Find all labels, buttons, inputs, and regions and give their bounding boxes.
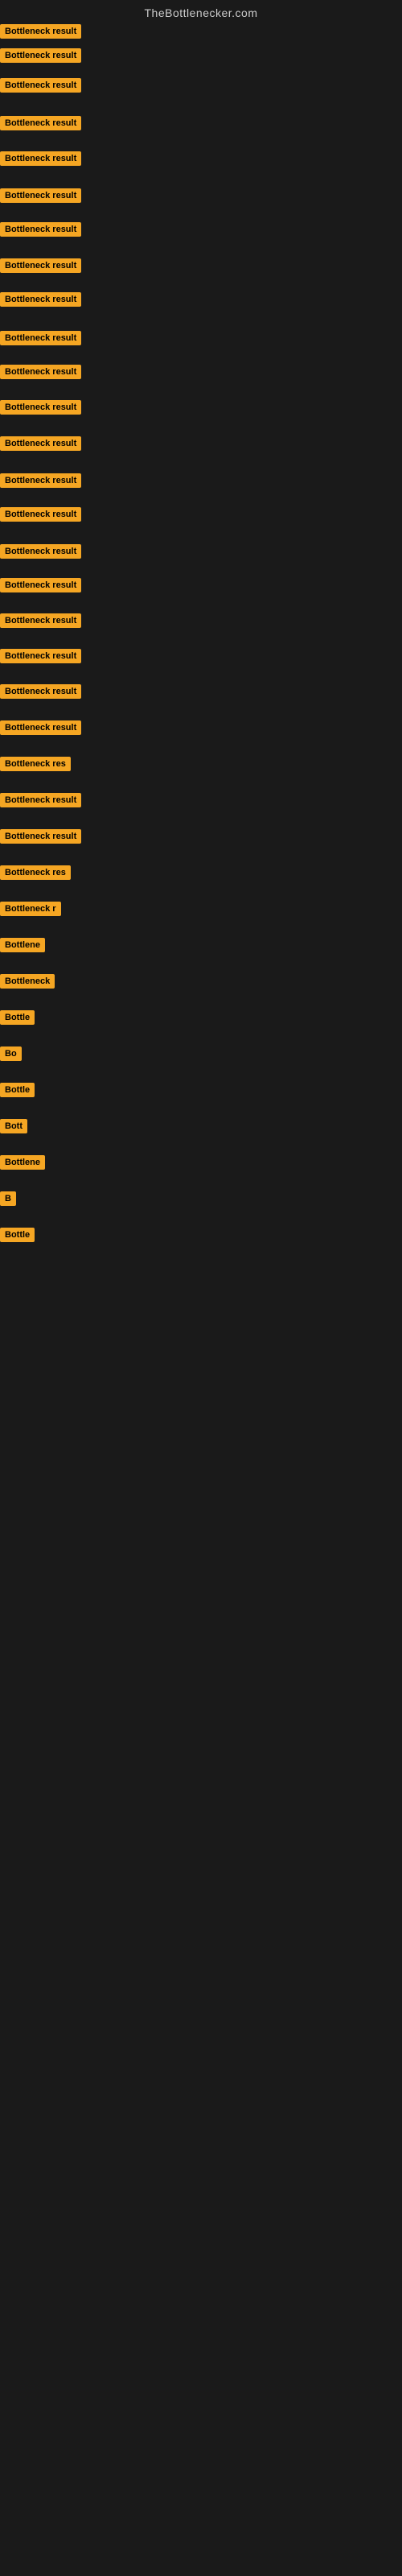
bottleneck-item[interactable]: Bottleneck res (0, 865, 71, 884)
bottleneck-item[interactable]: Bottleneck result (0, 365, 81, 383)
bottleneck-badge[interactable]: Bottleneck result (0, 436, 81, 451)
bottleneck-item[interactable]: Bottleneck result (0, 292, 81, 311)
bottleneck-item[interactable]: Bottlene (0, 1155, 45, 1174)
bottleneck-item[interactable]: Bo (0, 1046, 22, 1065)
bottleneck-item[interactable]: B (0, 1191, 16, 1210)
bottleneck-item[interactable]: Bottleneck result (0, 48, 81, 67)
bottleneck-badge[interactable]: Bottleneck result (0, 258, 81, 273)
bottleneck-badge[interactable]: Bottleneck result (0, 829, 81, 844)
bottleneck-badge[interactable]: Bottleneck res (0, 757, 71, 771)
bottleneck-item[interactable]: Bottlene (0, 938, 45, 956)
bottleneck-item[interactable]: Bottleneck result (0, 684, 81, 703)
bottleneck-item[interactable]: Bottle (0, 1010, 35, 1029)
site-title: TheBottlenecker.com (0, 0, 402, 23)
bottleneck-badge[interactable]: Bottlene (0, 938, 45, 952)
bottleneck-badge[interactable]: Bottleneck result (0, 188, 81, 203)
bottleneck-item[interactable]: Bottleneck result (0, 720, 81, 739)
bottleneck-item[interactable]: Bottleneck result (0, 400, 81, 419)
bottleneck-badge[interactable]: Bottleneck result (0, 292, 81, 307)
bottleneck-badge[interactable]: Bottleneck r (0, 902, 61, 916)
bottleneck-badge[interactable]: Bottleneck result (0, 649, 81, 663)
bottleneck-badge[interactable]: Bottleneck result (0, 48, 81, 63)
bottleneck-badge[interactable]: Bottleneck result (0, 793, 81, 807)
bottleneck-item[interactable]: Bottleneck result (0, 649, 81, 667)
bottleneck-badge[interactable]: Bottle (0, 1228, 35, 1242)
bottleneck-badge[interactable]: Bottleneck result (0, 331, 81, 345)
bottleneck-item[interactable]: Bottleneck result (0, 829, 81, 848)
bottleneck-badge[interactable]: Bottleneck (0, 974, 55, 989)
bottleneck-badge[interactable]: Bottleneck result (0, 400, 81, 415)
bottleneck-badge[interactable]: Bottleneck result (0, 473, 81, 488)
bottleneck-item[interactable]: Bottleneck result (0, 507, 81, 526)
bottleneck-badge[interactable]: Bottleneck result (0, 24, 81, 39)
bottleneck-badge[interactable]: Bottleneck result (0, 116, 81, 130)
bottleneck-badge[interactable]: Bo (0, 1046, 22, 1061)
bottleneck-badge[interactable]: Bottleneck result (0, 222, 81, 237)
bottleneck-item[interactable]: Bottleneck result (0, 473, 81, 492)
bottleneck-item[interactable]: Bottleneck result (0, 24, 81, 43)
bottleneck-item[interactable]: Bottleneck res (0, 757, 71, 775)
bottleneck-badge[interactable]: B (0, 1191, 16, 1206)
site-title-container: TheBottlenecker.com (0, 0, 402, 23)
bottleneck-badge[interactable]: Bottleneck result (0, 578, 81, 592)
bottleneck-badge[interactable]: Bottle (0, 1083, 35, 1097)
bottleneck-item[interactable]: Bottleneck result (0, 613, 81, 632)
bottleneck-item[interactable]: Bottleneck result (0, 331, 81, 349)
bottleneck-badge[interactable]: Bottleneck res (0, 865, 71, 880)
bottleneck-item[interactable]: Bottleneck result (0, 578, 81, 597)
bottleneck-item[interactable]: Bottleneck result (0, 544, 81, 563)
bottleneck-badge[interactable]: Bottle (0, 1010, 35, 1025)
bottleneck-item[interactable]: Bottleneck result (0, 78, 81, 97)
bottleneck-item[interactable]: Bottleneck result (0, 151, 81, 170)
bottleneck-badge[interactable]: Bottlene (0, 1155, 45, 1170)
bottleneck-item[interactable]: Bottleneck r (0, 902, 61, 920)
bottleneck-item[interactable]: Bottleneck result (0, 116, 81, 134)
bottleneck-item[interactable]: Bottleneck (0, 974, 55, 993)
bottleneck-badge[interactable]: Bottleneck result (0, 365, 81, 379)
bottleneck-item[interactable]: Bottle (0, 1083, 35, 1101)
bottleneck-item[interactable]: Bottleneck result (0, 222, 81, 241)
bottleneck-badge[interactable]: Bottleneck result (0, 78, 81, 93)
bottleneck-item[interactable]: Bottleneck result (0, 188, 81, 207)
bottleneck-badge[interactable]: Bottleneck result (0, 613, 81, 628)
bottleneck-badge[interactable]: Bottleneck result (0, 151, 81, 166)
bottleneck-badge[interactable]: Bottleneck result (0, 544, 81, 559)
bottleneck-item[interactable]: Bottleneck result (0, 436, 81, 455)
bottleneck-badge[interactable]: Bottleneck result (0, 684, 81, 699)
bottleneck-item[interactable]: Bott (0, 1119, 27, 1137)
bottleneck-badge[interactable]: Bott (0, 1119, 27, 1133)
bottleneck-badge[interactable]: Bottleneck result (0, 720, 81, 735)
bottleneck-badge[interactable]: Bottleneck result (0, 507, 81, 522)
bottleneck-item[interactable]: Bottle (0, 1228, 35, 1246)
bottleneck-item[interactable]: Bottleneck result (0, 258, 81, 277)
bottleneck-item[interactable]: Bottleneck result (0, 793, 81, 811)
